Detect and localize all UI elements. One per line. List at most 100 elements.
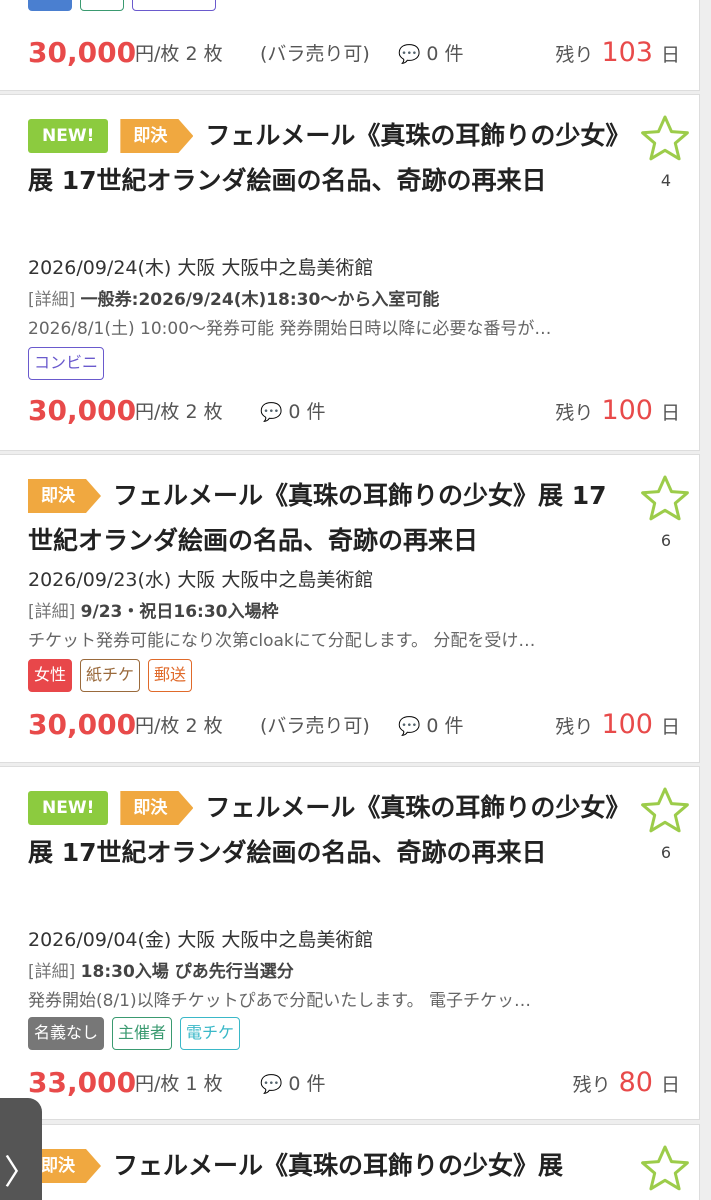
remain-unit: 日 [660, 716, 680, 738]
split-sale: (バラ売り可) [260, 715, 370, 737]
title-text: フェルメール《真珠の耳飾りの少女》展 17世紀オランダ絵画の名品、奇跡の再来日 [28, 481, 607, 555]
comment-count: 💬 0 件 [260, 397, 326, 424]
tag-paper-ticket: 紙チケ [80, 659, 141, 692]
price: 30,000 [28, 36, 137, 69]
tag-row: コンビニ [28, 347, 105, 380]
quantity: 2 枚 [185, 43, 223, 65]
favorite-count: 4 [660, 171, 671, 190]
price-unit: 円/枚 [135, 715, 180, 737]
listing-card[interactable]: 30,000 円/枚 2 枚 (バラ売り可) 💬 0 件 残り 103 日 [0, 0, 700, 91]
event-date-venue: 2026/09/24(木) 大阪 大阪中之島美術館 [28, 257, 374, 279]
event-date-venue: 2026/09/23(水) 大阪 大阪中之島美術館 [28, 569, 374, 591]
price-row: 30,000 円/枚 2 枚 💬 0 件 残り 100 日 [28, 389, 680, 429]
tag [80, 0, 124, 11]
remain-days-number: 100 [601, 395, 653, 426]
price: 33,000 [28, 1066, 137, 1099]
detail-line: [詳細] 18:30入場 ぴあ先行当選分 [28, 957, 678, 982]
comment-count-text: 0 件 [426, 43, 464, 65]
remain-days-number: 100 [601, 709, 653, 740]
comment-bubble-icon: 💬 [260, 1074, 283, 1095]
comment-count: 💬 0 件 [260, 1069, 326, 1096]
detail-line: [詳細] 一般券:2026/9/24(木)18:30〜から入室可能 [28, 285, 678, 310]
new-badge: NEW! [28, 119, 109, 153]
tag [28, 0, 72, 11]
remaining-days: 残り 100 日 [555, 395, 680, 426]
title-text: フェルメール《真珠の耳飾りの少女》展 17世紀オランダ絵画の名品、奇跡の再来日 [28, 793, 618, 867]
listing-card[interactable]: NEW! 即決 フェルメール《真珠の耳飾りの少女》展 17世紀オランダ絵画の名品、奇… [0, 766, 700, 1120]
listing-title[interactable]: NEW! 即決 フェルメール《真珠の耳飾りの少女》展 17世紀オランダ絵画の名品、奇… [28, 785, 628, 875]
remain-unit: 日 [660, 44, 680, 66]
star-icon[interactable] [639, 473, 691, 525]
side-nav-tab[interactable]: 〉 [0, 1098, 42, 1200]
remain-label: 残り [572, 1074, 611, 1096]
new-badge: NEW! [28, 791, 109, 825]
quantity: 2 枚 [185, 401, 223, 423]
comment-count: 💬 0 件 [398, 711, 464, 738]
tag [132, 0, 216, 11]
listing-title[interactable]: 即決 フェルメール《真珠の耳飾りの少女》展 [28, 1143, 628, 1188]
remaining-days: 残り 103 日 [555, 37, 680, 68]
listing-note: チケット発券可能になり次第cloakにて分配します。 分配を受け… [28, 631, 536, 651]
quick-buy-badge: 即決 [120, 119, 193, 153]
favorite-count: 6 [660, 843, 671, 862]
comment-bubble-icon: 💬 [260, 402, 283, 423]
comment-bubble-icon: 💬 [398, 44, 421, 65]
detail-text: 18:30入場 ぴあ先行当選分 [80, 962, 294, 982]
price-row: 30,000 円/枚 2 枚 (バラ売り可) 💬 0 件 残り 100 日 [28, 703, 680, 743]
tag-e-ticket: 電チケ [180, 1017, 241, 1050]
price-unit: 円/枚 [135, 401, 180, 423]
listing-note: 発券開始(8/1)以降チケットぴあで分配いたします。 電子チケッ… [28, 991, 531, 1011]
remain-label: 残り [555, 716, 594, 738]
detail-label: [詳細] [28, 602, 76, 622]
remain-label: 残り [555, 44, 594, 66]
listing-note: 2026/8/1(土) 10:00〜発券可能 発券開始日時以降に必要な番号が… [28, 319, 552, 339]
star-icon[interactable] [639, 113, 691, 165]
split-sale: (バラ売り可) [260, 43, 370, 65]
listing-card[interactable]: NEW! 即決 フェルメール《真珠の耳飾りの少女》展 17世紀オランダ絵画の名品、奇… [0, 94, 700, 451]
detail-label: [詳細] [28, 962, 76, 982]
tag-row [28, 0, 216, 11]
tag-row: 女性 紙チケ 郵送 [28, 659, 193, 692]
listing-card[interactable]: 即決 フェルメール《真珠の耳飾りの少女》展 [0, 1124, 700, 1200]
comment-count-text: 0 件 [288, 1073, 326, 1095]
remain-unit: 日 [660, 402, 680, 424]
quick-buy-badge: 即決 [28, 479, 101, 513]
remain-days-number: 103 [601, 37, 653, 68]
quantity: 2 枚 [185, 715, 223, 737]
tag-no-name: 名義なし [28, 1017, 105, 1050]
tag-convenience: コンビニ [28, 347, 105, 380]
price: 30,000 [28, 708, 137, 741]
tag-row: 名義なし 主催者 電チケ [28, 1017, 241, 1050]
detail-line: [詳細] 9/23・祝日16:30入場枠 [28, 597, 678, 622]
listing-card[interactable]: 即決 フェルメール《真珠の耳飾りの少女》展 17世紀オランダ絵画の名品、奇跡の再来… [0, 454, 700, 763]
price-row: 33,000 円/枚 1 枚 💬 0 件 残り 80 日 [28, 1061, 680, 1101]
remain-label: 残り [555, 402, 594, 424]
comment-count: 💬 0 件 [398, 39, 464, 66]
remaining-days: 残り 80 日 [573, 1067, 680, 1098]
detail-text: 9/23・祝日16:30入場枠 [80, 602, 279, 622]
listing-title[interactable]: 即決 フェルメール《真珠の耳飾りの少女》展 17世紀オランダ絵画の名品、奇跡の再来… [28, 473, 628, 563]
price: 30,000 [28, 394, 137, 427]
star-icon[interactable] [639, 785, 691, 837]
star-icon[interactable] [639, 1143, 691, 1195]
listing-title[interactable]: NEW! 即決 フェルメール《真珠の耳飾りの少女》展 17世紀オランダ絵画の名品、奇… [28, 113, 628, 203]
comment-bubble-icon: 💬 [398, 716, 421, 737]
detail-label: [詳細] [28, 290, 76, 310]
price-unit: 円/枚 [135, 1073, 180, 1095]
title-text: フェルメール《真珠の耳飾りの少女》展 17世紀オランダ絵画の名品、奇跡の再来日 [28, 121, 618, 195]
comment-count-text: 0 件 [288, 401, 326, 423]
price-unit: 円/枚 [135, 43, 180, 65]
chevron-right-icon: 〉 [4, 1153, 38, 1193]
tag-mail: 郵送 [148, 659, 193, 692]
remaining-days: 残り 100 日 [555, 709, 680, 740]
price-row: 30,000 円/枚 2 枚 (バラ売り可) 💬 0 件 残り 103 日 [28, 31, 680, 71]
quick-buy-badge: 即決 [120, 791, 193, 825]
event-date-venue: 2026/09/04(金) 大阪 大阪中之島美術館 [28, 929, 374, 951]
quantity: 1 枚 [185, 1073, 223, 1095]
detail-text: 一般券:2026/9/24(木)18:30〜から入室可能 [80, 290, 440, 310]
tag-organizer: 主催者 [112, 1017, 173, 1050]
favorite-count: 6 [660, 531, 671, 550]
comment-count-text: 0 件 [426, 715, 464, 737]
tag-female: 女性 [28, 659, 73, 692]
remain-days-number: 80 [618, 1067, 653, 1098]
